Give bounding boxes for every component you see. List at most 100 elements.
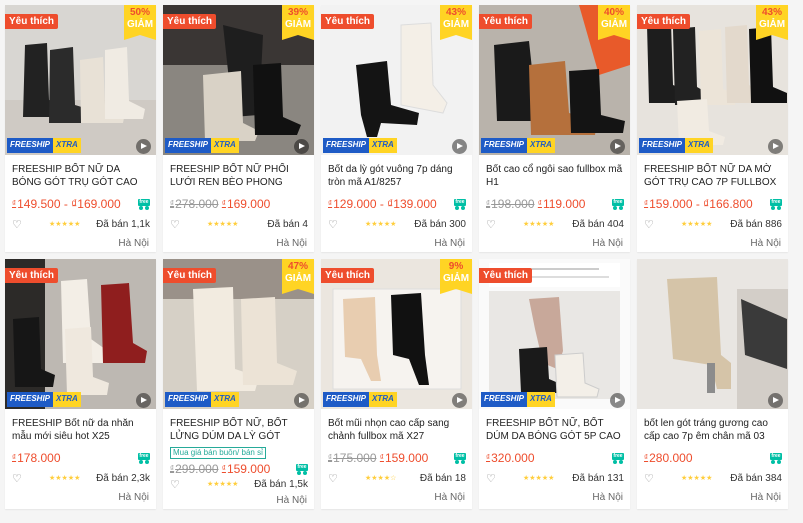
favorite-badge: Yêu thích	[321, 14, 375, 29]
rating-row: ♡ ★★★★★ Đã bán 300	[328, 219, 466, 231]
discount-label: GIẢM	[442, 273, 470, 284]
video-play-icon[interactable]	[294, 139, 309, 154]
discount-badge: 43% GIẢM	[440, 5, 472, 40]
original-price: ₫175.000	[328, 451, 377, 465]
location: Hà Nội	[118, 238, 149, 249]
heart-icon[interactable]: ♡	[328, 219, 338, 231]
favorite-badge: Yêu thích	[163, 268, 217, 283]
location: Hà Nội	[276, 495, 307, 506]
freeship-banner: FREESHIP XTRA	[163, 391, 314, 409]
product-title[interactable]: Bốt cao cổ ngôi sao fullbox mã H1	[486, 163, 623, 189]
free-label: free	[138, 453, 150, 460]
location: Hà Nội	[276, 238, 307, 249]
product-title[interactable]: FREESHIP Bốt nữ da nhăn mẫu mới siêu hot…	[12, 417, 149, 443]
freeship-xtra-logo: FREESHIP XTRA	[165, 392, 239, 407]
video-play-icon[interactable]	[136, 139, 151, 154]
heart-icon[interactable]: ♡	[328, 473, 338, 485]
product-card[interactable]: Yêu thích 39% GIẢM FREESHIP XTRA FREESHIP BỐT…	[163, 5, 314, 252]
free-shipping-icon: free	[454, 198, 466, 210]
product-title[interactable]: FREESHIP BỐT NỮ, BỐT LỬNG DÚM DA LỲ GÓT …	[170, 417, 307, 443]
price: ₫178.000	[12, 451, 152, 465]
heart-icon[interactable]: ♡	[170, 479, 180, 491]
product-card[interactable]: Yêu thích 43% GIẢM FREESHIP XTRA Bốt da lỳ gó…	[321, 5, 472, 252]
product-title[interactable]: FREESHIP BỐT NỮ DA BÓNG GÓT TRỤ GÓT CAO …	[12, 163, 149, 189]
truck-wheel	[613, 460, 617, 464]
video-play-icon[interactable]	[452, 139, 467, 154]
product-title[interactable]: Bốt mũi nhọn cao cấp sang chảnh fullbox …	[328, 417, 465, 443]
heart-icon[interactable]: ♡	[12, 219, 22, 231]
discount-percent: 43%	[761, 7, 782, 18]
freeship-text: FREESHIP	[7, 392, 54, 407]
product-card[interactable]: Yêu thích 9% GIẢM FREESHIP XTRA Bốt mũi nhọn …	[321, 259, 472, 509]
heart-icon[interactable]: ♡	[644, 473, 654, 485]
product-card[interactable]: Yêu thích 40% GIẢM FREESHIP XTRA Bốt cao cổ n…	[479, 5, 630, 252]
discount-label: GIẢM	[758, 19, 786, 30]
product-title[interactable]: FREESHIP BỐT NỮ, BỐT DÚM DA BÓNG GÓT 5P …	[486, 417, 623, 443]
video-play-icon[interactable]	[452, 393, 467, 408]
truck-wheel	[139, 206, 143, 210]
price-value: 178.000	[17, 451, 61, 465]
price-value: 159.000 - ₫166.800	[649, 197, 753, 211]
location: Hà Nội	[434, 238, 465, 249]
truck-wheel	[771, 206, 775, 210]
truck-wheel	[455, 206, 459, 210]
product-card[interactable]: Yêu thích 47% GIẢM FREESHIP XTRA FREESHIP BỐT…	[163, 259, 314, 509]
freeship-banner: FREESHIP XTRA	[321, 391, 472, 409]
discount-label: GIẢM	[126, 19, 154, 30]
location: Hà Nội	[750, 238, 781, 249]
product-title[interactable]: FREESHIP BỐT NỮ PHỐI LƯỚI REN BÈO PHONG …	[170, 163, 307, 189]
product-title[interactable]: bốt len gót tráng gương cao cấp cao 7p ê…	[644, 417, 781, 443]
currency-symbol: ₫	[379, 453, 384, 462]
freeship-banner: FREESHIP XTRA	[321, 137, 472, 155]
price-value: 159.000	[226, 462, 271, 476]
video-play-icon[interactable]	[610, 139, 625, 154]
video-play-icon[interactable]	[294, 393, 309, 408]
truck-wheel	[139, 460, 143, 464]
freeship-banner: FREESHIP XTRA	[479, 391, 630, 409]
product-card[interactable]: bốt len gót tráng gương cao cấp cao 7p ê…	[637, 259, 788, 509]
price-value: 169.000	[226, 197, 271, 211]
heart-icon[interactable]: ♡	[486, 219, 496, 231]
product-grid: Yêu thích 50% GIẢM FREESHIP XTRA FREESHIP BỐT…	[5, 5, 788, 509]
truck-wheel	[297, 471, 301, 475]
sold-count: Đã bán 1,1k	[96, 219, 150, 230]
video-play-icon[interactable]	[610, 393, 625, 408]
video-play-icon[interactable]	[136, 393, 151, 408]
free-shipping-icon: free	[612, 452, 624, 464]
product-card[interactable]: Yêu thích FREESHIP XTRA FREESHIP Bốt nữ da …	[5, 259, 156, 509]
free-label: free	[138, 199, 150, 206]
product-image[interactable]	[637, 259, 788, 409]
product-title[interactable]: FREESHIP BỐT NỮ DA MỜ GÓT TRỤ CAO 7P FUL…	[644, 163, 781, 189]
truck-wheel	[461, 460, 465, 464]
location: Hà Nội	[118, 492, 149, 503]
xtra-text: XTRA	[527, 392, 555, 407]
video-play-icon[interactable]	[768, 139, 783, 154]
product-title[interactable]: Bốt da lỳ gót vuông 7p dáng tròn mã A1/8…	[328, 163, 465, 189]
price: ₫159.000 - ₫166.800	[644, 197, 784, 211]
rating-stars: ★★★★★	[523, 221, 555, 228]
video-play-icon[interactable]	[768, 393, 783, 408]
truck-wheel	[777, 206, 781, 210]
freeship-text: FREESHIP	[323, 138, 370, 153]
xtra-text: XTRA	[369, 392, 397, 407]
heart-icon[interactable]: ♡	[644, 219, 654, 231]
product-card[interactable]: Yêu thích 50% GIẢM FREESHIP XTRA FREESHIP BỐT…	[5, 5, 156, 252]
free-label: free	[612, 199, 624, 206]
product-card[interactable]: Yêu thích 43% GIẢM FREESHIP XTRA FREESHIP BỐT…	[637, 5, 788, 252]
price-value: 159.000	[384, 451, 429, 465]
discount-badge: 9% GIẢM	[440, 259, 472, 294]
currency-symbol: ₫	[537, 199, 542, 208]
discount-percent: 47%	[287, 261, 308, 272]
free-shipping-icon: free	[770, 198, 782, 210]
currency-symbol: ₫	[486, 199, 491, 208]
favorite-badge: Yêu thích	[321, 268, 375, 283]
product-card[interactable]: Yêu thích FREESHIP XTRA FREESHIP BỐT NỮ, BỐ…	[479, 259, 630, 509]
favorite-badge: Yêu thích	[637, 14, 691, 29]
heart-icon[interactable]: ♡	[170, 219, 180, 231]
discount-percent: 39%	[287, 7, 308, 18]
truck-wheel	[619, 460, 623, 464]
heart-icon[interactable]: ♡	[12, 473, 22, 485]
rating-stars: ★★★★★	[49, 221, 81, 228]
original-price: ₫299.000	[170, 462, 219, 476]
heart-icon[interactable]: ♡	[486, 473, 496, 485]
